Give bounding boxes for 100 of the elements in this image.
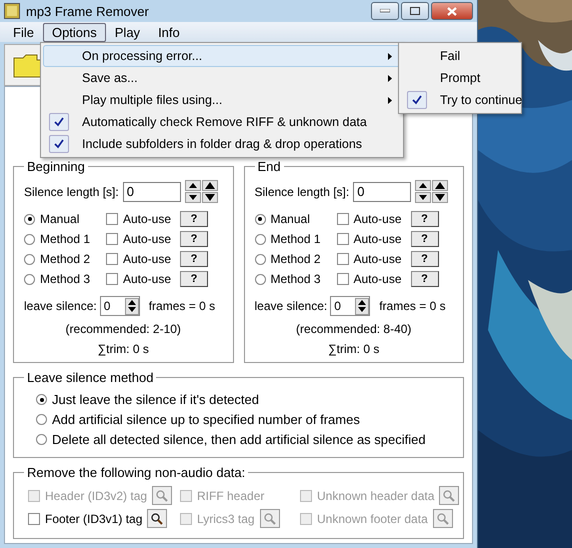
checkbox-label: RIFF header — [197, 488, 264, 502]
radio-button[interactable] — [24, 234, 35, 244]
checkbox-label: Auto-use — [123, 212, 172, 226]
trim-text: ∑trim: 0 s — [96, 342, 150, 356]
checkbox-label: Auto-use — [123, 232, 172, 246]
menu-item[interactable]: Save as... — [43, 67, 401, 89]
menu-item[interactable]: Info — [149, 22, 189, 42]
checkbox-label: Auto-use — [123, 272, 172, 286]
down-arrow-icon[interactable] — [202, 192, 218, 203]
menu-item[interactable]: Play multiple files using... — [43, 89, 401, 111]
help-button[interactable]: ? — [180, 231, 208, 247]
checkbox[interactable] — [106, 233, 118, 245]
checkbox-label: Footer (ID3v1) tag — [45, 512, 142, 526]
check-icon — [412, 95, 422, 105]
search-icon — [264, 512, 276, 524]
search-icon — [443, 490, 456, 502]
section-title: End — [256, 159, 282, 174]
checkbox-label: Auto-use — [354, 212, 402, 226]
checkbox-label: Lyrics3 tag — [197, 512, 255, 526]
search-icon — [156, 490, 168, 502]
frames-text: frames = 0 s — [148, 299, 216, 313]
trim-text: ∑trim: 0 s — [327, 342, 380, 356]
checkbox-label: Auto-use — [354, 252, 402, 266]
help-button[interactable]: ? — [180, 271, 208, 287]
checkbox[interactable] — [106, 213, 118, 225]
menu-item[interactable]: Options — [42, 22, 106, 42]
radio-label: Method 3 — [40, 272, 90, 286]
help-button[interactable]: ? — [410, 271, 438, 287]
radio-button[interactable] — [254, 234, 266, 244]
check-icon — [54, 139, 64, 149]
menu-item[interactable]: Automatically check Remove RIFF & unknown data — [43, 111, 401, 133]
radio-button[interactable] — [24, 274, 35, 284]
window-title: mp3 Frame Remover — [26, 4, 149, 18]
checkbox-label: Auto-use — [123, 252, 172, 266]
checkbox-label: Auto-use — [354, 272, 402, 286]
checkbox-label: Header (ID3v2) tag — [45, 488, 148, 502]
close-button[interactable] — [431, 2, 473, 20]
checkbox[interactable] — [106, 273, 118, 285]
checkbox[interactable] — [28, 512, 40, 524]
section-title: Beginning — [26, 159, 86, 174]
menu-item[interactable]: Include subfolders in folder drag & drop operations — [43, 133, 401, 155]
frames-text: frames = 0 s — [379, 299, 446, 313]
checkbox[interactable] — [336, 273, 348, 285]
checkbox[interactable] — [336, 213, 348, 225]
silence-length-field[interactable]: 0 — [353, 182, 412, 202]
field-label: Silence length [s]: — [24, 184, 119, 198]
help-button[interactable]: ? — [180, 251, 208, 267]
leave-silence-spinner[interactable]: 0 — [100, 296, 140, 316]
checkbox-label: Unknown header data — [317, 488, 434, 502]
silence-length-field[interactable]: 0 — [122, 182, 181, 202]
radio-label: Add artificial silence up to specified number of frames — [52, 412, 360, 427]
down-arrow-icon[interactable] — [432, 192, 448, 203]
checkbox[interactable] — [336, 233, 348, 245]
close-icon — [447, 6, 457, 16]
maximize-icon — [410, 7, 420, 15]
app-icon — [4, 3, 20, 19]
radio-label: Method 1 — [40, 232, 90, 246]
radio-button[interactable] — [36, 434, 47, 445]
radio-label: Delete all detected silence, then add artificial silence as specified — [52, 432, 426, 447]
help-button[interactable]: ? — [180, 211, 208, 227]
radio-label: Manual — [40, 212, 80, 226]
help-button[interactable]: ? — [410, 231, 438, 247]
checkbox[interactable] — [336, 253, 348, 265]
recommended-text: (recommended: 2-10) — [64, 322, 182, 336]
minimize-icon — [380, 9, 390, 13]
checkbox[interactable] — [106, 253, 118, 265]
menu-item[interactable]: Play — [106, 22, 150, 42]
minimize-button[interactable] — [371, 2, 399, 20]
check-icon — [54, 117, 64, 127]
section-title: Remove the following non-audio data: — [26, 465, 246, 480]
radio-button[interactable] — [36, 394, 47, 405]
radio-label: Just leave the silence if it's detected — [52, 392, 259, 407]
up-arrow-icon[interactable] — [202, 180, 218, 191]
field-label: leave silence: — [254, 299, 328, 313]
radio-button[interactable] — [24, 214, 35, 224]
radio-button[interactable] — [24, 254, 35, 264]
menu-item[interactable]: Prompt — [401, 67, 519, 89]
radio-button[interactable] — [254, 274, 266, 284]
menu-item[interactable]: On processing error... — [43, 45, 401, 67]
field-label: Silence length [s]: — [254, 184, 350, 198]
radio-button[interactable] — [36, 414, 47, 425]
radio-label: Method 3 — [270, 272, 321, 286]
radio-label: Method 2 — [40, 252, 90, 266]
search-button[interactable] — [147, 509, 168, 528]
up-arrow-icon[interactable] — [432, 180, 448, 191]
checkbox-label: Unknown footer data — [317, 512, 428, 526]
menu-item[interactable]: File — [4, 22, 43, 42]
radio-label: Method 2 — [270, 252, 321, 266]
field-label: leave silence: — [24, 299, 97, 313]
checkbox-label: Auto-use — [354, 232, 402, 246]
menu-item[interactable]: Fail — [401, 45, 519, 67]
recommended-text: (recommended: 8-40) — [295, 322, 412, 336]
maximize-button[interactable] — [401, 2, 429, 20]
leave-silence-spinner[interactable]: 0 — [330, 296, 370, 316]
help-button[interactable]: ? — [410, 211, 438, 227]
radio-label: Method 1 — [270, 232, 321, 246]
search-icon — [436, 512, 449, 524]
help-button[interactable]: ? — [410, 251, 438, 267]
radio-button[interactable] — [254, 214, 266, 224]
radio-button[interactable] — [254, 254, 266, 264]
